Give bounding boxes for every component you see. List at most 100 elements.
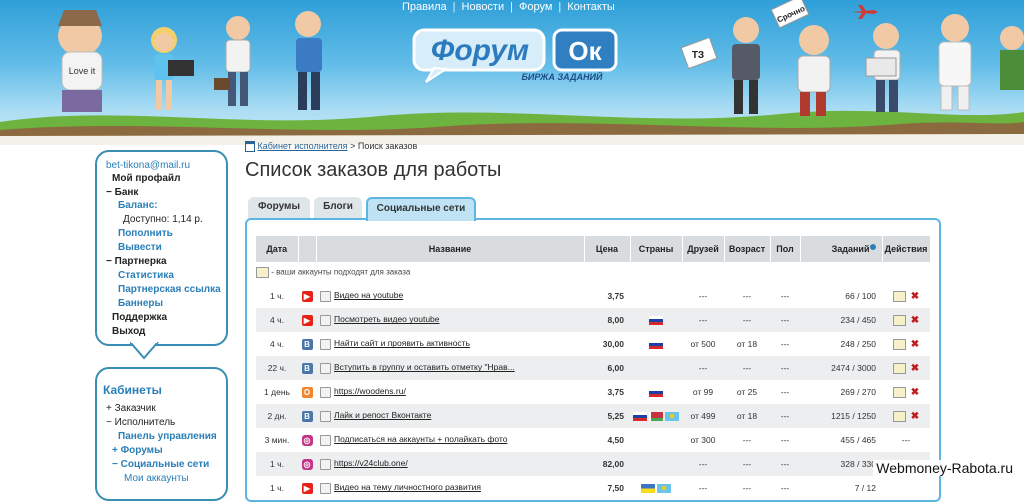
cell-price: 6,00 [584, 356, 630, 380]
cell-name: Подписаться на аккаунты + полайкать фото [316, 428, 584, 452]
download-icon[interactable] [320, 458, 331, 470]
close-icon[interactable]: ✖ [911, 339, 919, 350]
cell-network: В [298, 404, 316, 428]
nav-separator: | [452, 1, 456, 13]
logo-word: Форум [431, 34, 529, 67]
cell-actions: ✖ [882, 380, 930, 404]
order-link[interactable]: Видео на youtube [334, 290, 403, 300]
cell-friends: --- [682, 356, 724, 380]
cell-friends: --- [682, 452, 724, 476]
close-icon[interactable]: ✖ [911, 363, 919, 374]
menu-logout[interactable]: Выход [112, 326, 145, 337]
col-age: Возраст [724, 236, 771, 262]
cell-friends: от 499 [682, 404, 724, 428]
close-icon[interactable]: ✖ [911, 387, 919, 398]
menu-bank[interactable]: − Банк [106, 187, 138, 198]
cell-actions: ✖ [882, 356, 930, 380]
cell-age: --- [742, 435, 752, 445]
tab-forums[interactable]: Форумы [248, 197, 310, 219]
cabinet-customer[interactable]: + Заказчик [106, 403, 156, 414]
nav-rules-link[interactable]: Правила [402, 1, 447, 13]
table-row[interactable]: 1 ч. ◎ https://v24club.one/82,00 --- --- --- 3… [256, 452, 930, 476]
menu-partner-link[interactable]: Партнерская ссылка [118, 284, 221, 295]
yt-network-icon: ▶ [301, 290, 313, 302]
order-link[interactable]: Найти сайт и проявить активность [334, 338, 470, 348]
download-icon[interactable] [320, 314, 331, 326]
table-row[interactable]: 3 мин. ◎ Подписаться на аккаунты + полайка… [256, 428, 930, 452]
cell-countries [630, 356, 682, 380]
order-link[interactable]: https://woodens.ru/ [334, 386, 406, 396]
order-link[interactable]: Лайк и репост Вконтакте [334, 410, 431, 420]
take-order-icon[interactable] [892, 386, 906, 398]
cell-tasks: 248 / 250 [840, 339, 876, 349]
flag-ua-icon [641, 484, 655, 494]
table-row[interactable]: 1 ч. ▶ Видео на тему личностного развития 7… [256, 476, 930, 500]
download-icon[interactable] [320, 482, 331, 494]
logo-tagline: БИРЖА ЗАДАНИЙ [522, 71, 603, 82]
take-order-icon[interactable] [892, 410, 906, 422]
download-icon[interactable] [320, 362, 331, 374]
cell-age: от 25 [736, 387, 758, 397]
breadcrumb: Кабинет исполнителя > Поиск заказов [245, 141, 417, 153]
menu-topup[interactable]: Пополнить [118, 228, 173, 239]
nav-contacts-link[interactable]: Контакты [567, 1, 615, 13]
cell-countries [630, 284, 682, 308]
cell-date: 4 ч. [256, 308, 298, 332]
order-link[interactable]: Вступить в группу и оставить отметку "Нр… [334, 362, 515, 372]
cabinet-forums[interactable]: + Форумы [112, 445, 163, 456]
cell-actions: ✖ [882, 332, 930, 356]
nav-news-link[interactable]: Новости [462, 1, 505, 13]
take-order-icon[interactable] [892, 362, 906, 374]
site-logo[interactable]: Форум Ок БИРЖА ЗАДАНИЙ [412, 24, 620, 84]
cell-date: 1 день [264, 387, 290, 397]
tab-blogs[interactable]: Блоги [314, 197, 362, 219]
menu-banners[interactable]: Баннеры [118, 298, 163, 309]
table-row[interactable]: 1 ч. ▶ Видео на youtube 3,75 --- --- --- 66 / 1… [256, 284, 930, 308]
menu-statistics[interactable]: Статистика [118, 270, 174, 281]
balance-label: Баланс: [118, 200, 158, 211]
tab-social-networks[interactable]: Социальные сети [366, 197, 476, 221]
cell-name: Лайк и репост Вконтакте [316, 404, 584, 428]
user-email[interactable]: bet-tikona@mail.ru [106, 160, 190, 171]
col-date[interactable]: Дата [256, 236, 299, 262]
balance-available: Доступно: 1,14 р. [123, 214, 203, 225]
cell-actions: --- [882, 428, 930, 452]
order-link[interactable]: https://v24club.one/ [334, 458, 408, 468]
table-row[interactable]: 1 день Оhttps://woodens.ru/3,75 от 99 от 25… [256, 380, 930, 404]
menu-partner[interactable]: − Партнерка [106, 256, 167, 267]
close-icon[interactable]: ✖ [911, 291, 919, 302]
nav-forum-link[interactable]: Форум [519, 1, 552, 13]
download-icon[interactable] [320, 338, 331, 350]
table-row[interactable]: 22 ч. В Вступить в группу и оставить отмет… [256, 356, 930, 380]
take-order-icon[interactable] [892, 314, 906, 326]
table-row[interactable]: 2 дн. В Лайк и репост Вконтакте 5,25 от 499 о… [256, 404, 930, 428]
cartoon-hat-man: Love it [58, 10, 103, 112]
cabinet-executor[interactable]: − Исполнитель [106, 417, 175, 428]
close-icon[interactable]: ✖ [911, 315, 919, 326]
menu-support[interactable]: Поддержка [112, 312, 167, 323]
menu-my-profile[interactable]: Мой профайл [112, 173, 180, 184]
breadcrumb-home-link[interactable]: Кабинет исполнителя [258, 141, 348, 151]
download-icon[interactable] [320, 434, 331, 446]
take-order-icon[interactable] [892, 290, 906, 302]
col-tasks[interactable]: Заданий [800, 236, 883, 262]
order-link[interactable]: Подписаться на аккаунты + полайкать фото [334, 434, 507, 444]
menu-withdraw[interactable]: Вывести [118, 242, 162, 253]
table-row[interactable]: 4 ч. ▶ Посмотреть видео youtube 8,00 --- --- -… [256, 308, 930, 332]
cell-age: --- [724, 452, 770, 476]
close-icon[interactable]: ✖ [911, 411, 919, 422]
download-icon[interactable] [320, 410, 331, 422]
cabinet-control-panel[interactable]: Панель управления [118, 431, 217, 442]
order-link[interactable]: Посмотреть видео youtube [334, 314, 440, 324]
take-order-icon[interactable] [892, 338, 906, 350]
download-icon[interactable] [320, 386, 331, 398]
cabinet-social[interactable]: − Социальные сети [112, 459, 209, 470]
col-name[interactable]: Название [316, 236, 585, 262]
cabinet-my-accounts[interactable]: Мои аккаунты [124, 473, 189, 484]
info-icon[interactable] [869, 244, 876, 250]
table-row[interactable]: 4 ч. В Найти сайт и проявить активность 30,… [256, 332, 930, 356]
cell-price: 3,75 [607, 291, 624, 301]
cartoon-edge-man [1000, 26, 1024, 90]
col-price[interactable]: Цена [584, 236, 631, 262]
download-icon[interactable] [320, 290, 331, 302]
